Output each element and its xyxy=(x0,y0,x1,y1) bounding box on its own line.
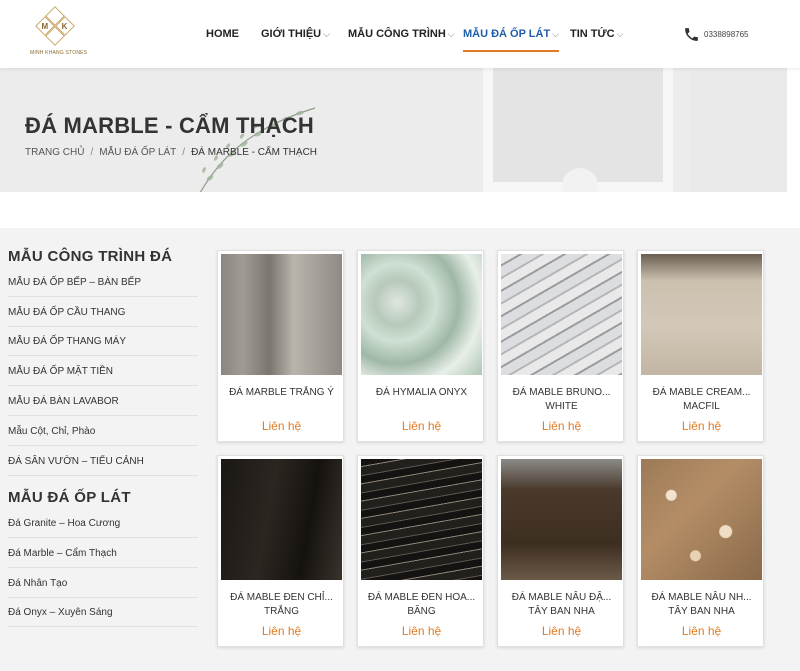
logo-brand-text: MINH KHANG STONES xyxy=(30,50,88,56)
nav-mau-cong-trinh-label: MẪU CÔNG TRÌNH xyxy=(348,28,446,40)
product-image[interactable] xyxy=(361,459,482,580)
breadcrumb-current: ĐÁ MARBLE - CẨM THẠCH xyxy=(191,147,318,158)
sidebar-link[interactable]: MẪU ĐÁ ỐP THANG MÁY xyxy=(8,336,198,356)
nav-tin-tuc[interactable]: TIN TỨC ⌵ xyxy=(570,28,623,40)
product-image[interactable] xyxy=(641,254,762,375)
breadcrumb-separator: / xyxy=(182,147,186,158)
product-name[interactable]: ĐÁ HYMALIA ONYX xyxy=(362,386,481,416)
product-price: Liên hệ xyxy=(681,419,722,433)
product-name[interactable]: ĐÁ MABLE NÂU NH... TÂY BAN NHA xyxy=(642,591,761,621)
sidebar-link[interactable]: MẪU ĐÁ ỐP BẾP – BÀN BẾP xyxy=(8,277,198,297)
breadcrumb: TRANG CHỦ / MẪU ĐÁ ỐP LÁT / ĐÁ MARBLE - CẨM … xyxy=(25,147,317,158)
product-image[interactable] xyxy=(641,459,762,580)
nav-gioi-thieu[interactable]: GIỚI THIỆU ⌵ xyxy=(261,28,330,40)
product-name[interactable]: ĐÁ MABLE ĐEN HOA... BĂNG xyxy=(362,591,481,621)
product-name[interactable]: ĐÁ MABLE ĐEN CHỈ... TRẮNG xyxy=(222,591,341,621)
product-card[interactable]: ĐÁ MABLE ĐEN CHỈ... TRẮNG Liên hệ xyxy=(217,455,344,647)
sidebar-link[interactable]: ĐÁ SÂN VƯỜN – TIỂU CẢNH xyxy=(8,456,198,476)
site-header: M K MINH KHANG STONES HOME GIỚI THIỆU ⌵ M… xyxy=(0,0,800,68)
product-card[interactable]: ĐÁ MABLE NÂU ĐẬ... TÂY BAN NHA Liên hệ xyxy=(497,455,624,647)
product-name[interactable]: ĐÁ MABLE NÂU ĐẬ... TÂY BAN NHA xyxy=(502,591,621,621)
breadcrumb-separator: / xyxy=(90,147,94,158)
sidebar-link[interactable]: Đá Granite – Hoa Cương xyxy=(8,518,198,538)
sidebar-link[interactable]: Đá Onyx – Xuyên Sáng xyxy=(8,607,198,627)
phone-number: 0338898765 xyxy=(704,30,749,39)
product-image[interactable] xyxy=(501,459,622,580)
product-price: Liên hệ xyxy=(401,624,442,638)
site-logo[interactable]: M K MINH KHANG STONES xyxy=(30,6,88,62)
banner-decor-strip xyxy=(690,68,787,192)
sidebar-heading-mau-da-op-lat: MẪU ĐÁ ỐP LÁT xyxy=(8,489,131,506)
phone-icon xyxy=(685,28,698,41)
sidebar-link[interactable]: MẪU ĐÁ ỐP CẦU THANG xyxy=(8,307,198,327)
nav-home-label: HOME xyxy=(206,28,239,40)
sidebar-link[interactable]: Đá Marble – Cẩm Thạch xyxy=(8,548,198,568)
nav-mau-da-op-lat-label: MẪU ĐÁ ỐP LÁT xyxy=(463,28,551,40)
chevron-down-icon: ⌵ xyxy=(552,29,560,39)
product-image[interactable] xyxy=(501,254,622,375)
logo-letter-k: K xyxy=(62,21,68,31)
page-title: ĐÁ MARBLE - CẨM THẠCH xyxy=(25,113,314,138)
product-name[interactable]: ĐÁ MARBLE TRẮNG Ý xyxy=(222,386,341,416)
section-spacer xyxy=(0,192,800,228)
nav-home[interactable]: HOME xyxy=(206,28,239,40)
product-card[interactable]: ĐÁ MARBLE TRẮNG Ý Liên hệ xyxy=(217,250,344,442)
product-image[interactable] xyxy=(221,254,342,375)
product-price: Liên hệ xyxy=(541,624,582,638)
breadcrumb-home[interactable]: TRANG CHỦ xyxy=(25,147,84,158)
nav-tin-tuc-label: TIN TỨC xyxy=(570,28,615,40)
logo-letter-m: M xyxy=(41,21,49,31)
chevron-down-icon: ⌵ xyxy=(447,29,455,39)
product-price: Liên hệ xyxy=(261,419,302,433)
sidebar-heading-mau-cong-trinh: MẪU CÔNG TRÌNH ĐÁ xyxy=(8,248,173,265)
chevron-down-icon: ⌵ xyxy=(616,29,624,39)
sidebar-link[interactable]: MẪU ĐÁ BÀN LAVABOR xyxy=(8,396,198,416)
product-card[interactable]: ĐÁ MABLE BRUNO... WHITE Liên hệ xyxy=(497,250,624,442)
breadcrumb-category[interactable]: MẪU ĐÁ ỐP LÁT xyxy=(99,147,176,158)
sidebar-link[interactable]: MẪU ĐÁ ỐP MẶT TIỀN xyxy=(8,366,198,386)
nav-mau-da-op-lat[interactable]: MẪU ĐÁ ỐP LÁT ⌵ xyxy=(463,28,560,52)
sidebar-link[interactable]: Đá Nhân Tạo xyxy=(8,578,198,598)
phone-contact[interactable]: 0338898765 xyxy=(683,26,749,43)
sidebar-link[interactable]: Mẫu Cột, Chỉ, Phào xyxy=(8,426,198,446)
product-price: Liên hệ xyxy=(541,419,582,433)
product-card[interactable]: ĐÁ HYMALIA ONYX Liên hệ xyxy=(357,250,484,442)
product-price: Liên hệ xyxy=(261,624,302,638)
product-price: Liên hệ xyxy=(681,624,722,638)
product-image[interactable] xyxy=(221,459,342,580)
logo-mark: M K xyxy=(35,6,75,46)
nav-gioi-thieu-label: GIỚI THIỆU xyxy=(261,28,322,40)
product-price: Liên hệ xyxy=(401,419,442,433)
product-name[interactable]: ĐÁ MABLE CREAM... MACFIL xyxy=(642,386,761,416)
product-card[interactable]: ĐÁ MABLE ĐEN HOA... BĂNG Liên hệ xyxy=(357,455,484,647)
nav-mau-cong-trinh[interactable]: MẪU CÔNG TRÌNH ⌵ xyxy=(348,28,455,40)
product-name[interactable]: ĐÁ MABLE BRUNO... WHITE xyxy=(502,386,621,416)
chevron-down-icon: ⌵ xyxy=(323,29,330,39)
product-image[interactable] xyxy=(361,254,482,375)
product-card[interactable]: ĐÁ MABLE NÂU NH... TÂY BAN NHA Liên hệ xyxy=(637,455,764,647)
product-card[interactable]: ĐÁ MABLE CREAM... MACFIL Liên hệ xyxy=(637,250,764,442)
